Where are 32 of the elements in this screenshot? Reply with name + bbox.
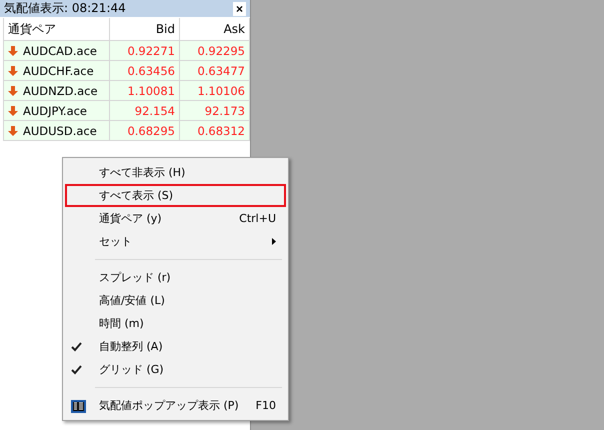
table-cell: 1.10106 [180,81,250,101]
symbol-text: AUDNZD.ace [23,84,98,98]
column-header[interactable]: Bid [110,18,180,41]
menu-item[interactable]: すべて非表示 (H) [65,161,286,184]
menu-item[interactable]: すべて表示 (S) [65,184,286,207]
symbol-text: AUDCHF.ace [23,64,94,78]
menu-item[interactable]: グリッド (G) [65,358,286,381]
menu-item[interactable]: 時間 (m) [65,312,286,335]
table-cell: 0.92271 [110,41,180,61]
table-cell: 0.68295 [110,121,180,141]
table-cell: 0.63456 [110,61,180,81]
table-cell: 1.10081 [110,81,180,101]
column-header[interactable]: Ask [180,18,250,41]
table-cell: 92.154 [110,101,180,121]
menu-item[interactable]: セット [65,230,286,253]
menu-item[interactable]: 高値/安値 (L) [65,289,286,312]
window-title: 気配値表示: 08:21:44 [4,0,126,17]
close-button[interactable]: × [232,2,246,16]
symbol-text: AUDJPY.ace [23,104,88,118]
symbol-text: AUDUSD.ace [23,124,97,138]
table-cell: 0.68312 [180,121,250,141]
menu-item[interactable]: 気配値ポップアップ表示 (P) F10 [65,394,286,417]
table-cell: 0.92295 [180,41,250,61]
submenu-arrow-icon [272,238,276,245]
table-cell: 0.63477 [180,61,250,81]
column-header[interactable]: 通貨ペア [4,18,110,41]
menu-item[interactable]: スプレッド (r) [65,266,286,289]
window-icon [71,400,86,413]
menu-item[interactable]: 自動整列 (A) [65,335,286,358]
table-cell: 92.173 [180,101,250,121]
symbol-text: AUDCAD.ace [23,44,97,58]
menu-item[interactable]: 通貨ペア (y) Ctrl+U [65,207,286,230]
